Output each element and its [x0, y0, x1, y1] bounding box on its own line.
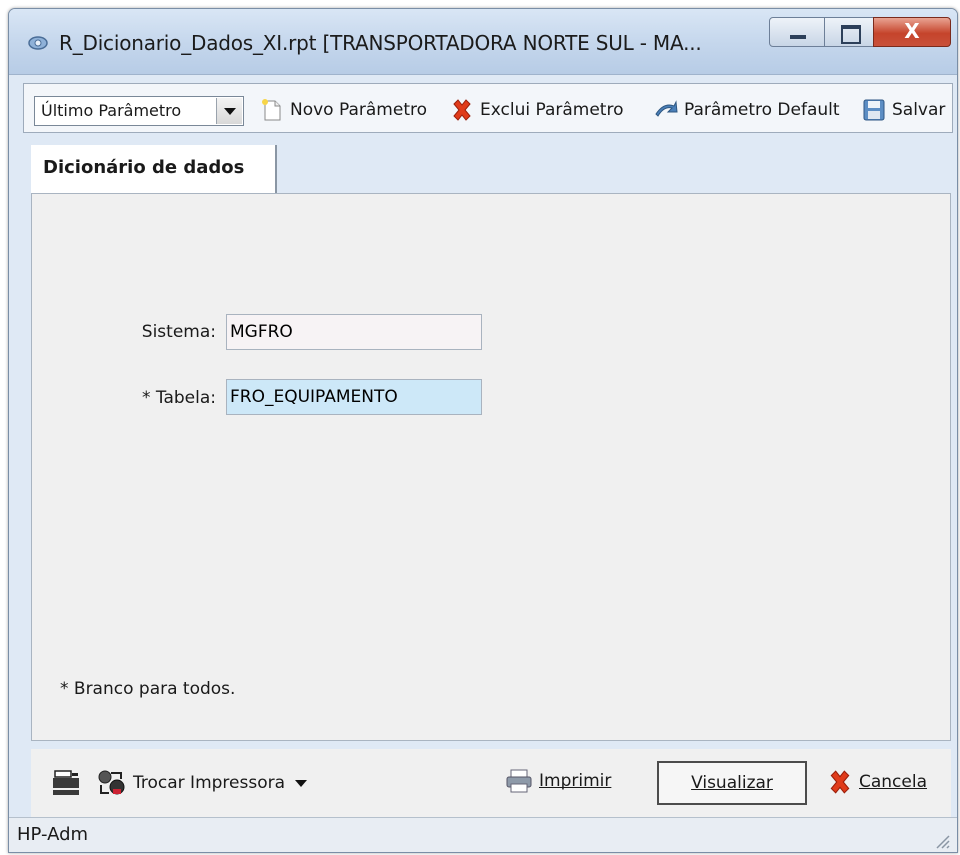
new-document-icon — [262, 99, 281, 121]
parameter-select-value: Último Parâmetro — [41, 101, 182, 120]
delete-x-icon — [453, 99, 471, 121]
app-icon — [28, 36, 48, 50]
default-parameter-button[interactable]: Parâmetro Default — [654, 94, 840, 126]
cancel-x-icon — [830, 770, 850, 794]
printer-icon — [53, 770, 79, 795]
chevron-down-icon[interactable] — [216, 98, 242, 124]
swap-printer-icon — [98, 770, 125, 795]
save-label: Salvar — [892, 100, 946, 120]
default-arrow-icon — [655, 100, 678, 117]
status-bar: HP-Adm — [9, 817, 957, 852]
title-bar[interactable]: R_Dicionario_Dados_XI.rpt [TRANSPORTADOR… — [9, 9, 957, 75]
chevron-down-icon[interactable] — [295, 779, 308, 787]
tab-panel: Sistema: * Tabela: * Branco para todos. — [31, 193, 951, 741]
sistema-label: Sistema: — [141, 322, 216, 342]
preview-button[interactable]: Visualizar — [657, 761, 807, 805]
print-icon — [506, 769, 532, 793]
preview-label: Visualizar — [691, 773, 773, 793]
delete-parameter-button[interactable]: Exclui Parâmetro — [450, 94, 624, 126]
parameter-select[interactable]: Último Parâmetro — [34, 96, 244, 126]
default-parameter-label: Parâmetro Default — [684, 100, 840, 120]
status-text: HP-Adm — [17, 824, 89, 845]
print-label: Imprimir — [539, 771, 612, 791]
swap-printer-label: Trocar Impressora — [133, 773, 286, 793]
minimize-button[interactable] — [769, 17, 825, 47]
sistema-input[interactable] — [226, 314, 482, 350]
maximize-button[interactable] — [824, 17, 874, 47]
close-icon: X — [904, 19, 920, 43]
tab-dicionario-de-dados[interactable]: Dicionário de dados — [31, 145, 277, 195]
cancel-label: Cancela — [859, 772, 928, 792]
new-parameter-button[interactable]: Novo Parâmetro — [260, 94, 427, 126]
delete-parameter-label: Exclui Parâmetro — [480, 100, 624, 120]
footnote-text: * Branco para todos. — [60, 679, 236, 699]
swap-printer-button[interactable]: Trocar Impressora — [97, 769, 308, 797]
tabela-input[interactable] — [226, 379, 482, 415]
resize-grip-icon[interactable] — [931, 830, 951, 850]
print-button[interactable]: Imprimir — [505, 769, 611, 793]
report-window: R_Dicionario_Dados_XI.rpt [TRANSPORTADOR… — [8, 8, 958, 853]
cancel-button[interactable]: Cancela — [827, 769, 927, 795]
tabela-label: * Tabela: — [141, 388, 216, 408]
bottom-bar: Trocar Impressora Imprimir Visualizar Ca… — [31, 749, 951, 817]
printer-setup-button[interactable] — [51, 769, 87, 797]
floppy-save-icon — [863, 99, 885, 121]
toolbar: Último Parâmetro Novo Parâmetro Exclui P… — [23, 83, 953, 133]
tab-label: Dicionário de dados — [43, 157, 245, 178]
close-button[interactable]: X — [873, 17, 951, 47]
save-button[interactable]: Salvar — [862, 94, 945, 126]
window-title: R_Dicionario_Dados_XI.rpt [TRANSPORTADOR… — [59, 31, 702, 55]
new-parameter-label: Novo Parâmetro — [290, 100, 427, 120]
